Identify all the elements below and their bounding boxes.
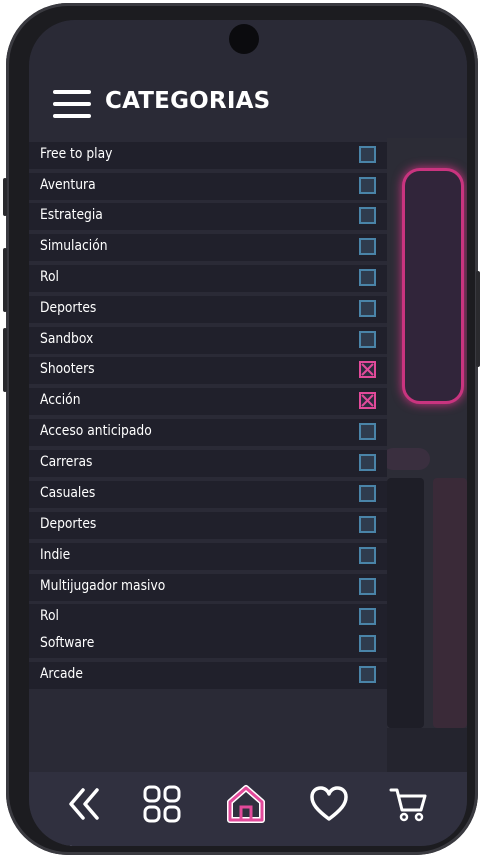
side-button-volume-down xyxy=(3,328,7,392)
featured-banner xyxy=(402,168,464,404)
category-label: Arcade xyxy=(40,666,83,682)
category-label: Deportes xyxy=(40,300,97,316)
category-label: Estrategia xyxy=(40,207,103,223)
checkbox[interactable] xyxy=(359,547,376,564)
category-item[interactable]: Multijugador masivo xyxy=(29,574,387,601)
check-x-icon xyxy=(361,394,374,407)
check-x-icon xyxy=(361,363,374,376)
category-item[interactable]: Arcade xyxy=(29,662,387,689)
checkbox[interactable] xyxy=(359,666,376,683)
category-item[interactable]: Indie xyxy=(29,543,387,570)
checkbox[interactable] xyxy=(359,177,376,194)
checkbox[interactable] xyxy=(359,454,376,471)
category-label: Acción xyxy=(40,392,81,408)
nav-back-button[interactable] xyxy=(63,782,107,826)
background-tag-pill xyxy=(382,448,430,470)
hamburger-menu-icon[interactable] xyxy=(53,90,91,118)
bottom-nav xyxy=(29,772,467,846)
phone-frame: CATEGORIAS Free to play Aventura Estrategi… xyxy=(3,3,480,855)
checkbox[interactable] xyxy=(359,423,376,440)
category-label: Shooters xyxy=(40,361,95,377)
checkbox[interactable] xyxy=(359,485,376,502)
category-label: Simulación xyxy=(40,238,108,254)
nav-home-button[interactable] xyxy=(224,782,268,826)
category-label: Rol xyxy=(40,608,59,624)
screen: CATEGORIAS Free to play Aventura Estrategi… xyxy=(29,20,467,846)
checkbox[interactable] xyxy=(359,269,376,286)
checkbox[interactable] xyxy=(359,635,376,652)
category-label: Rol xyxy=(40,269,59,285)
nav-categories-button[interactable] xyxy=(140,782,184,826)
grid-icon xyxy=(143,785,181,823)
checkbox-checked[interactable] xyxy=(359,392,376,409)
page-title: CATEGORIAS xyxy=(105,88,271,114)
home-icon xyxy=(227,785,265,823)
category-label: Casuales xyxy=(40,485,96,501)
side-button-volume-up xyxy=(3,248,7,312)
side-button-power xyxy=(476,271,480,367)
category-item[interactable]: Acción xyxy=(29,388,387,415)
category-label: Indie xyxy=(40,547,71,563)
category-label: Aventura xyxy=(40,177,96,193)
category-drawer: Free to play Aventura Estrategia Simulación… xyxy=(29,138,387,846)
category-item[interactable]: Free to play xyxy=(29,142,387,169)
category-item[interactable]: Estrategia xyxy=(29,203,387,230)
category-label: Multijugador masivo xyxy=(40,578,166,594)
category-item[interactable]: Rol xyxy=(29,604,387,631)
game-card xyxy=(433,478,467,728)
category-item[interactable]: Casuales xyxy=(29,481,387,508)
checkbox[interactable] xyxy=(359,146,376,163)
cart-icon xyxy=(389,788,427,822)
category-item[interactable]: Rol xyxy=(29,265,387,292)
back-double-chevron-icon xyxy=(69,788,99,820)
checkbox[interactable] xyxy=(359,608,376,625)
category-item[interactable]: Sandbox xyxy=(29,327,387,354)
checkbox[interactable] xyxy=(359,207,376,224)
checkbox[interactable] xyxy=(359,578,376,595)
category-label: Carreras xyxy=(40,454,93,470)
category-label: Free to play xyxy=(40,146,113,162)
game-card xyxy=(387,478,424,728)
category-item[interactable]: Carreras xyxy=(29,450,387,477)
background-footer xyxy=(387,728,467,772)
category-item[interactable]: Simulación xyxy=(29,234,387,261)
checkbox-checked[interactable] xyxy=(359,361,376,378)
nav-favorites-button[interactable] xyxy=(307,782,351,826)
category-item[interactable]: Aventura xyxy=(29,173,387,200)
category-label: Acceso anticipado xyxy=(40,423,152,439)
checkbox[interactable] xyxy=(359,516,376,533)
background-page xyxy=(382,138,467,772)
checkbox[interactable] xyxy=(359,238,376,255)
category-item[interactable]: Acceso anticipado xyxy=(29,419,387,446)
side-button-mute xyxy=(3,178,7,216)
checkbox[interactable] xyxy=(359,331,376,348)
heart-icon xyxy=(310,786,348,821)
category-label: Sandbox xyxy=(40,331,94,347)
category-item[interactable]: Software xyxy=(29,631,387,658)
category-item[interactable]: Deportes xyxy=(29,512,387,539)
category-label: Software xyxy=(40,635,95,651)
camera-notch xyxy=(229,24,259,54)
nav-cart-button[interactable] xyxy=(387,782,431,826)
category-item[interactable]: Deportes xyxy=(29,296,387,323)
category-item[interactable]: Shooters xyxy=(29,357,387,384)
category-label: Deportes xyxy=(40,516,97,532)
checkbox[interactable] xyxy=(359,300,376,317)
